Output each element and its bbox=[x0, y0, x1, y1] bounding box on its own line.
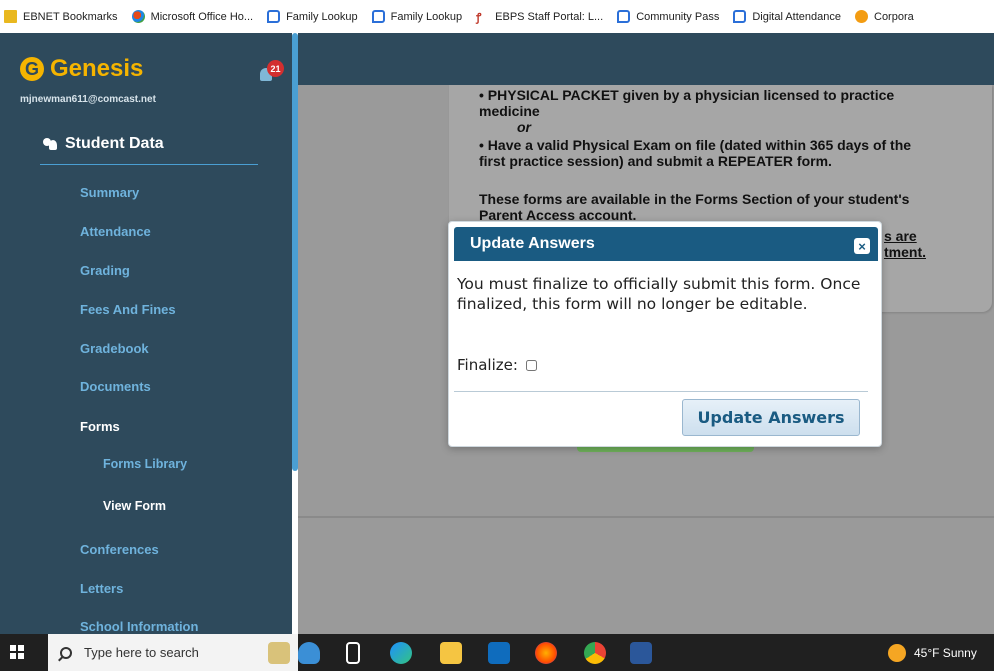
instruction-or: or bbox=[517, 119, 531, 135]
instruction-link-fragment[interactable]: s are bbox=[884, 228, 944, 244]
finalize-checkbox[interactable] bbox=[525, 359, 537, 371]
chat-icon bbox=[371, 10, 385, 23]
close-icon[interactable]: × bbox=[854, 238, 870, 254]
section-title: Student Data bbox=[43, 135, 164, 153]
update-answers-button[interactable]: Update Answers bbox=[682, 399, 860, 436]
instruction-line: medicine bbox=[479, 103, 540, 119]
sidebar: G Genesis 21 mjnewman611@comcast.net Stu… bbox=[0, 33, 292, 634]
update-answers-dialog: Update Answers × You must finalize to of… bbox=[448, 221, 882, 447]
user-email: mjnewman611@comcast.net bbox=[20, 94, 156, 105]
bookmark-label: Family Lookup bbox=[390, 10, 463, 23]
office-icon bbox=[131, 10, 145, 23]
bookmark-ebps-portal[interactable]: ꝭ EBPS Staff Portal: L... bbox=[476, 10, 604, 25]
instruction-line: These forms are available in the Forms S… bbox=[479, 191, 910, 207]
edge-icon[interactable] bbox=[390, 642, 412, 664]
sidebar-item-view-form[interactable]: View Form bbox=[103, 499, 166, 513]
bookmarks-bar: EBNET Bookmarks Microsoft Office Ho... F… bbox=[0, 0, 994, 33]
search-icon bbox=[60, 646, 72, 659]
instruction-line: • Have a valid Physical Exam on file (da… bbox=[479, 137, 912, 153]
sidebar-item-attendance[interactable]: Attendance bbox=[80, 224, 151, 239]
sidebar-item-forms[interactable]: Forms bbox=[80, 419, 120, 434]
windows-start-icon[interactable] bbox=[10, 645, 24, 659]
chat-icon bbox=[733, 10, 747, 23]
bookmark-label: Community Pass bbox=[636, 10, 720, 23]
bookmark-family-lookup-2[interactable]: Family Lookup bbox=[371, 10, 463, 23]
chrome-icon[interactable] bbox=[584, 642, 606, 664]
finalize-row: Finalize: bbox=[457, 356, 537, 374]
section-title-label: Student Data bbox=[65, 135, 164, 152]
weather-widget[interactable]: 45°F Sunny bbox=[888, 644, 977, 662]
bookmark-corporate[interactable]: Corpora bbox=[855, 10, 914, 23]
section-divider bbox=[40, 164, 258, 165]
bookmark-digital-attendance[interactable]: Digital Attendance bbox=[733, 10, 841, 23]
bookmark-family-lookup[interactable]: Family Lookup bbox=[267, 10, 358, 23]
logo-text: Genesis bbox=[50, 55, 144, 82]
sidebar-item-letters[interactable]: Letters bbox=[80, 581, 123, 596]
sidebar-item-school-information[interactable]: School Information bbox=[80, 619, 198, 634]
chat-icon bbox=[267, 10, 281, 23]
sidebar-item-fees-and-fines[interactable]: Fees And Fines bbox=[80, 302, 176, 317]
instruction-link-fragment[interactable]: tment. bbox=[884, 244, 944, 260]
weather-text: 45°F Sunny bbox=[914, 646, 977, 660]
bookmark-label: EBPS Staff Portal: L... bbox=[495, 10, 604, 23]
notifications-bell[interactable]: 21 bbox=[256, 60, 284, 86]
top-bar bbox=[298, 33, 994, 85]
sidebar-item-summary[interactable]: Summary bbox=[80, 185, 139, 200]
users-icon bbox=[43, 138, 57, 150]
outlook-icon[interactable] bbox=[488, 642, 510, 664]
sidebar-item-conferences[interactable]: Conferences bbox=[80, 542, 159, 557]
chat-icon bbox=[617, 10, 631, 23]
instruction-line: • PHYSICAL PACKET given by a physician l… bbox=[479, 87, 895, 103]
bookmark-label: Corpora bbox=[874, 10, 914, 23]
dialog-title: Update Answers bbox=[470, 235, 595, 252]
genesis-logo[interactable]: G Genesis bbox=[20, 55, 143, 83]
corp-icon bbox=[855, 10, 868, 23]
finalize-label: Finalize: bbox=[457, 356, 518, 374]
bookmark-community-pass[interactable]: Community Pass bbox=[617, 10, 719, 23]
genesis-logo-icon: G bbox=[20, 57, 44, 81]
sidebar-item-grading[interactable]: Grading bbox=[80, 263, 130, 278]
file-explorer-icon[interactable] bbox=[440, 642, 462, 664]
ebps-icon: ꝭ bbox=[476, 12, 482, 24]
taskbar-search[interactable]: Type here to search bbox=[48, 634, 298, 671]
content-divider bbox=[298, 516, 994, 518]
dialog-message: You must finalize to officially submit t… bbox=[457, 275, 861, 313]
search-placeholder: Type here to search bbox=[84, 645, 199, 660]
word-icon[interactable] bbox=[630, 642, 652, 664]
bookmark-office[interactable]: Microsoft Office Ho... bbox=[131, 10, 254, 23]
sidebar-item-gradebook[interactable]: Gradebook bbox=[80, 341, 149, 356]
sun-icon bbox=[888, 644, 906, 662]
notification-badge: 21 bbox=[267, 60, 284, 77]
bookmark-label: EBNET Bookmarks bbox=[23, 10, 118, 23]
bookmark-label: Digital Attendance bbox=[752, 10, 841, 23]
taskbar: Type here to search 45°F Sunny bbox=[0, 634, 994, 671]
firefox-icon[interactable] bbox=[535, 642, 557, 664]
folder-icon bbox=[4, 10, 17, 23]
sidebar-item-documents[interactable]: Documents bbox=[80, 379, 151, 394]
bookmark-label: Microsoft Office Ho... bbox=[150, 10, 254, 23]
bookmark-label: Family Lookup bbox=[286, 10, 358, 23]
dialog-header: Update Answers × bbox=[454, 227, 878, 261]
task-view-icon[interactable] bbox=[346, 642, 360, 664]
notepad-icon[interactable] bbox=[268, 642, 290, 664]
dialog-divider bbox=[454, 391, 868, 392]
bookmark-ebnet[interactable]: EBNET Bookmarks bbox=[4, 10, 118, 23]
sidebar-item-forms-library[interactable]: Forms Library bbox=[103, 457, 187, 471]
mascot-app-icon[interactable] bbox=[298, 642, 320, 664]
instruction-line: first practice session) and submit a REP… bbox=[479, 153, 832, 169]
